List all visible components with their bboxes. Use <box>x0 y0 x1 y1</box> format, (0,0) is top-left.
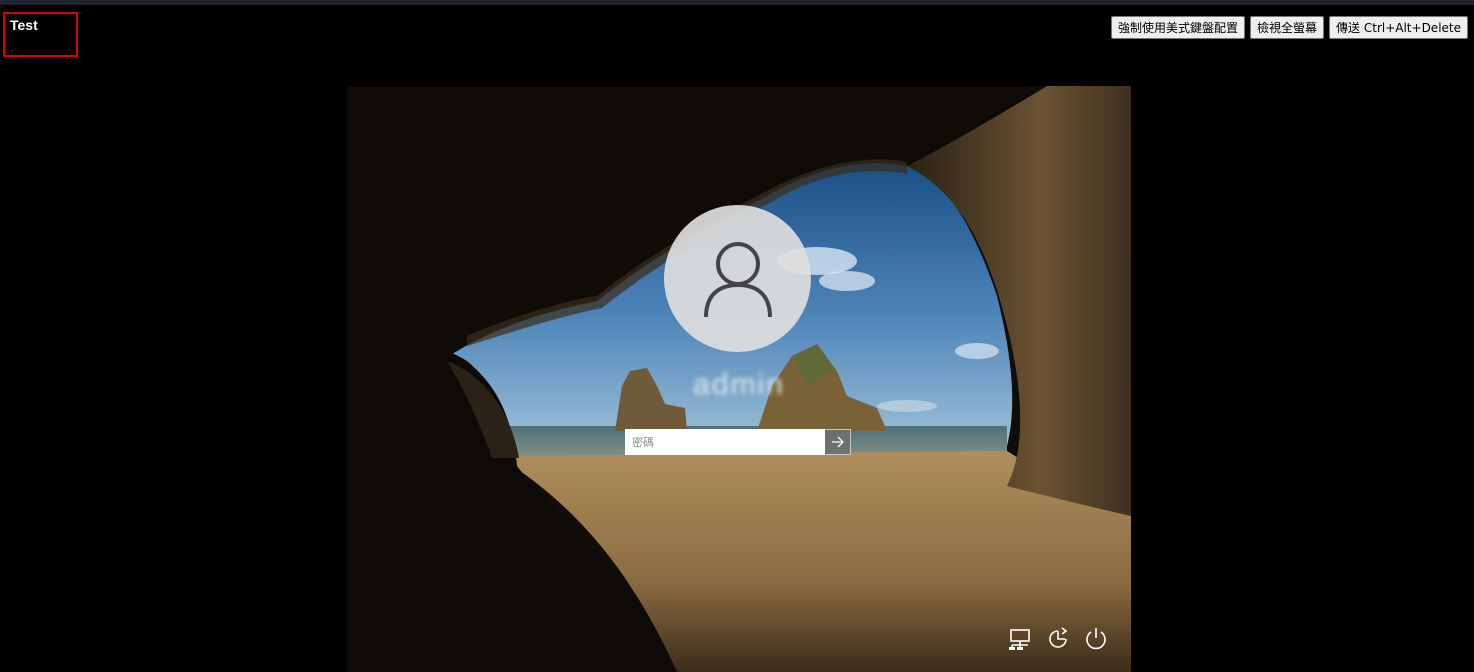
top-strip <box>0 0 1474 5</box>
power-icon <box>1086 628 1106 650</box>
force-us-keyboard-button[interactable]: 強制使用美式鍵盤配置 <box>1111 16 1246 39</box>
fullscreen-button[interactable]: 檢視全螢幕 <box>1250 16 1325 39</box>
send-ctrl-alt-delete-button[interactable]: 傳送 Ctrl+Alt+Delete <box>1329 16 1468 39</box>
power-button[interactable] <box>1083 626 1109 652</box>
username-label-wrap: admin <box>347 368 1131 402</box>
password-row <box>625 429 851 455</box>
remote-toolbar: 強制使用美式鍵盤配置 檢視全螢幕 傳送 Ctrl+Alt+Delete <box>1111 16 1468 39</box>
arrow-right-icon <box>831 436 844 448</box>
password-input[interactable] <box>625 429 825 455</box>
remote-screen[interactable]: admin <box>347 86 1131 672</box>
lockscreen-tray <box>1007 626 1109 652</box>
ease-of-access-icon <box>1049 627 1068 648</box>
session-label-frame: Test <box>3 12 78 57</box>
network-icon <box>1009 629 1030 650</box>
ease-of-access-button[interactable] <box>1045 626 1071 652</box>
submit-button[interactable] <box>825 429 851 455</box>
user-icon <box>703 241 772 317</box>
username-label: admin <box>693 368 785 401</box>
session-label: Test <box>10 17 38 33</box>
network-button[interactable] <box>1007 626 1033 652</box>
user-avatar <box>664 205 811 352</box>
